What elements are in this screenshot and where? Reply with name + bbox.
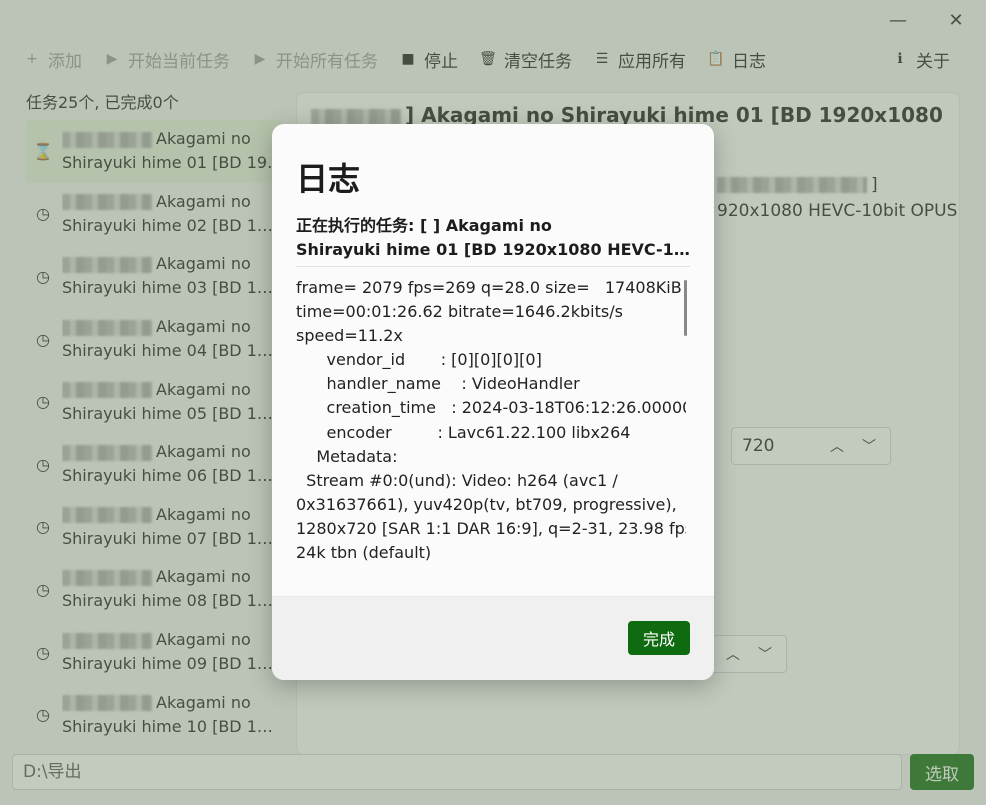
divider: [296, 266, 690, 267]
dialog-footer: 完成: [272, 596, 714, 680]
log-dialog: 日志 正在执行的任务: [ ] Akagami no Shirayuki him…: [272, 124, 714, 680]
current-task-text: 正在执行的任务: [ ] Akagami no Shirayuki hime 0…: [296, 214, 690, 262]
current-task-line1: 正在执行的任务: [ ] Akagami no: [296, 216, 552, 235]
dialog-title: 日志: [296, 160, 361, 198]
log-output: frame= 2079 fps=269 q=28.0 size= 17408Ki…: [296, 278, 686, 568]
current-task-line2: Shirayuki hime 01 [BD 1920x1080 HEVC-10b…: [296, 240, 690, 259]
done-button[interactable]: 完成: [628, 621, 690, 655]
log-scrollbar[interactable]: [684, 280, 687, 336]
